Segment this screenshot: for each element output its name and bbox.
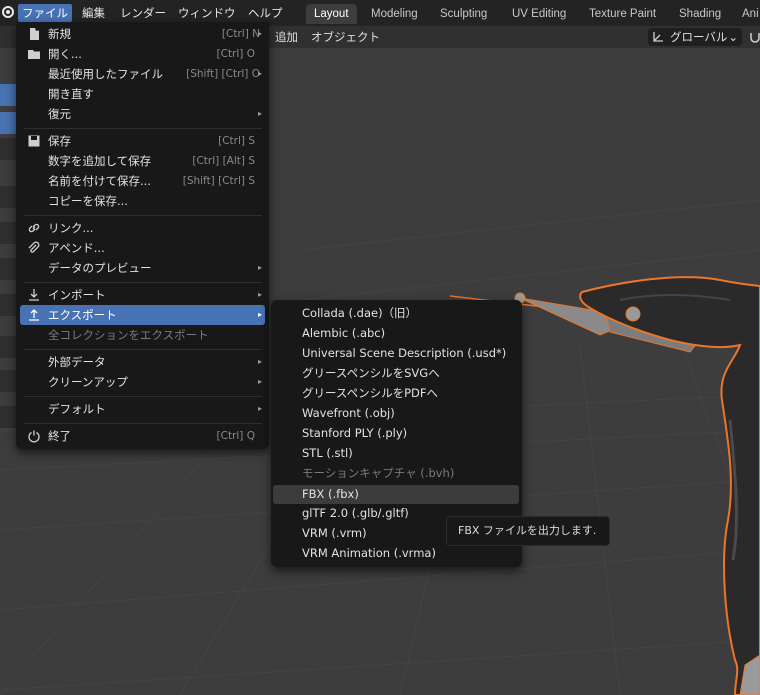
- folder-icon: [28, 50, 40, 59]
- submenu-arrow-icon: ▸: [257, 29, 262, 38]
- submenu-arrow-icon: ▸: [257, 357, 262, 366]
- export-icon: [29, 309, 39, 321]
- tab-texture-paint[interactable]: Texture Paint: [581, 4, 664, 24]
- menu-item-data-previews[interactable]: データのプレビュー ▸: [20, 258, 265, 278]
- chevron-down-icon: ⌄: [728, 30, 738, 44]
- menu-item-cleanup[interactable]: クリーンアップ ▸: [20, 372, 265, 392]
- tooltip-text: FBX ファイルを出力します.: [458, 524, 597, 537]
- menu-item-open-recent[interactable]: 最近使用したファイル [Shift] [Ctrl] O ▸: [20, 64, 265, 84]
- transform-orientation-icon: [653, 32, 663, 42]
- export-item-usd[interactable]: Universal Scene Description (.usd*): [273, 344, 519, 363]
- export-item-collada[interactable]: Collada (.dae)（旧）: [273, 304, 519, 323]
- menu-item-save-incremental[interactable]: 数字を追加して保存 [Ctrl] [Alt] S: [20, 151, 265, 171]
- power-icon: [28, 430, 40, 443]
- menu-render[interactable]: レンダー: [116, 4, 170, 22]
- snap-icon[interactable]: [748, 30, 760, 44]
- tab-layout[interactable]: Layout: [306, 4, 357, 24]
- menu-item-append[interactable]: アペンド...: [20, 238, 265, 258]
- menu-item-open[interactable]: 開く... [Ctrl] O: [20, 44, 265, 64]
- export-item-obj[interactable]: Wavefront (.obj): [273, 404, 519, 423]
- link-icon: [28, 223, 40, 233]
- menu-item-defaults[interactable]: デフォルト ▸: [20, 399, 265, 419]
- menu-object[interactable]: オブジェクト: [311, 29, 380, 45]
- export-item-gp-pdf[interactable]: グリースペンシルをPDFへ: [273, 384, 519, 403]
- menu-file[interactable]: ファイル: [18, 4, 72, 22]
- menu-item-save-copy[interactable]: コピーを保存...: [20, 191, 265, 211]
- blender-logo-icon[interactable]: [0, 4, 16, 20]
- menu-edit[interactable]: 編集: [78, 4, 109, 22]
- export-item-bvh[interactable]: モーションキャプチャ (.bvh): [273, 464, 519, 483]
- new-file-icon: [30, 27, 39, 40]
- menu-help[interactable]: ヘルプ: [244, 4, 287, 22]
- tab-uv-editing[interactable]: UV Editing: [504, 4, 574, 24]
- tab-shading[interactable]: Shading: [671, 4, 729, 24]
- menu-item-save-as[interactable]: 名前を付けて保存... [Shift] [Ctrl] S: [20, 171, 265, 191]
- menu-separator: [24, 349, 262, 350]
- menu-separator: [24, 215, 262, 216]
- menu-item-quit[interactable]: 終了 [Ctrl] Q: [20, 426, 265, 446]
- import-icon: [29, 289, 39, 301]
- save-icon: [28, 135, 40, 147]
- menu-add[interactable]: 追加: [275, 29, 298, 45]
- menu-item-link[interactable]: リンク...: [20, 218, 265, 238]
- submenu-arrow-icon: ▸: [257, 377, 262, 386]
- menu-separator: [24, 128, 262, 129]
- menu-item-import[interactable]: インポート ▸: [20, 285, 265, 305]
- menu-item-save[interactable]: 保存 [Ctrl] S: [20, 131, 265, 151]
- menu-separator: [24, 282, 262, 283]
- orientation-label: グローバル: [670, 30, 728, 44]
- tooltip: FBX ファイルを出力します.: [446, 516, 610, 546]
- file-menu-dropdown: 新規 [Ctrl] N ▸ 開く... [Ctrl] O 最近使用したファイル …: [16, 22, 269, 449]
- paperclip-icon: [28, 241, 40, 253]
- export-item-fbx[interactable]: FBX (.fbx): [273, 485, 519, 504]
- menu-item-external-data[interactable]: 外部データ ▸: [20, 352, 265, 372]
- menu-window[interactable]: ウィンドウ: [174, 4, 240, 22]
- menu-item-new[interactable]: 新規 [Ctrl] N ▸: [20, 24, 265, 44]
- submenu-arrow-icon: ▸: [257, 69, 262, 78]
- submenu-arrow-icon: ▸: [257, 109, 262, 118]
- submenu-arrow-icon: ▸: [257, 404, 262, 413]
- export-item-vrma[interactable]: VRM Animation (.vrma): [273, 544, 519, 563]
- submenu-arrow-icon: ▸: [257, 310, 262, 319]
- submenu-arrow-icon: ▸: [257, 290, 262, 299]
- tab-animation[interactable]: Ani: [734, 4, 760, 24]
- menu-item-export[interactable]: エクスポート ▸: [20, 305, 265, 325]
- tab-sculpting[interactable]: Sculpting: [432, 4, 495, 24]
- export-item-gp-svg[interactable]: グリースペンシルをSVGへ: [273, 364, 519, 383]
- export-item-ply[interactable]: Stanford PLY (.ply): [273, 424, 519, 443]
- submenu-arrow-icon: ▸: [257, 263, 262, 272]
- export-item-stl[interactable]: STL (.stl): [273, 444, 519, 463]
- menu-item-revert[interactable]: 開き直す: [20, 84, 265, 104]
- menu-item-recover[interactable]: 復元 ▸: [20, 104, 265, 124]
- tab-modeling[interactable]: Modeling: [363, 4, 426, 24]
- menu-item-export-all-collections[interactable]: 全コレクションをエクスポート: [20, 325, 265, 345]
- menu-separator: [24, 396, 262, 397]
- orientation-dropdown[interactable]: グローバル ⌄: [648, 28, 742, 46]
- menu-separator: [24, 423, 262, 424]
- export-item-alembic[interactable]: Alembic (.abc): [273, 324, 519, 343]
